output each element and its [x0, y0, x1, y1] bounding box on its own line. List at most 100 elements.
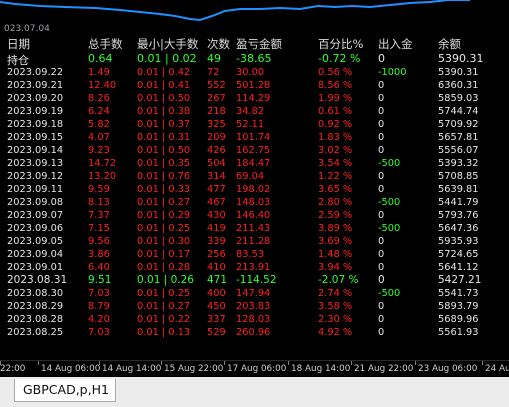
holding-row: 持仓 0.64 0.01 | 0.02 49 -38.65 -0.72 % 0 …: [0, 52, 509, 67]
cell-range: 0.01 | 0.33: [137, 184, 191, 196]
equity-line: [0, 0, 470, 22]
cell-pct: 3.02 %: [318, 145, 353, 157]
cell-date: 2023.08.29: [7, 301, 64, 313]
cell-lots: 9.59: [88, 184, 110, 196]
cell-pct: 2.59 %: [318, 210, 353, 222]
table-header-row: 日期 总手数 最小|大手数 次数 盈亏金额 百分比% 出入金 余额: [0, 36, 509, 52]
header-count: 次数: [207, 37, 230, 51]
cell-date: 2023.09.13: [7, 158, 64, 170]
cell-pct: 3.94 %: [318, 262, 353, 274]
cell-date: 2023.08.28: [7, 314, 64, 326]
table-row: 2023.09.21 12.40 0.01 | 0.41 552 501.28 8.56 …: [0, 79, 509, 92]
cell-date: 2023.09.22: [7, 67, 64, 78]
cell-count: 430: [207, 210, 226, 222]
cell-pct: 3.69 %: [318, 236, 353, 248]
cell-balance: 5647.36: [438, 223, 479, 235]
table-row: 2023.09.14 9.23 0.01 | 0.50 426 162.75 3.02 %…: [0, 144, 509, 157]
cell-balance: 5724.65: [438, 249, 479, 261]
cell-balance: 5641.12: [438, 262, 479, 274]
cell-pct: 1.48 %: [318, 249, 353, 261]
cell-lots: 1.49: [88, 67, 110, 78]
cell-range: 0.01 | 0.29: [137, 210, 191, 222]
table-row: 2023.09.13 14.72 0.01 | 0.35 504 184.47 3.54 …: [0, 157, 509, 170]
cell-lots: 7.15: [88, 223, 110, 235]
cell-pct: 1.83 %: [318, 132, 353, 144]
table-row: 2023.08.25 7.03 0.01 | 0.13 529 260.96 4.92 %…: [0, 326, 509, 339]
cell-flow: 0: [378, 327, 385, 339]
cell-balance: 5893.79: [438, 301, 479, 313]
cell-date: 2023.09.06: [7, 223, 64, 235]
time-label: 15 Aug 22:00: [164, 364, 224, 374]
cell-flow: 0: [378, 274, 385, 287]
header-min-max-lots: 最小|大手数: [137, 37, 199, 51]
daily-stats-list: 2023.09.22 1.49 0.01 | 0.42 72 30.00 0.56 % -1…: [0, 66, 509, 339]
cell-date: 2023.08.30: [7, 288, 64, 300]
cell-pnl: 184.47: [236, 158, 271, 170]
cell-balance: 5709.92: [438, 119, 479, 131]
cell-lots: 7.03: [88, 288, 110, 300]
time-tick: [38, 361, 39, 365]
cell-count: 314: [207, 171, 226, 183]
table-row: 2023.09.04 3.86 0.01 | 0.17 256 83.53 1.48 % 0…: [0, 248, 509, 261]
cell-count: 471: [207, 274, 228, 287]
cell-range: 0.01 | 0.50: [137, 93, 191, 105]
cell-date: 2023.09.07: [7, 210, 64, 222]
cell-lots: 3.86: [88, 249, 110, 261]
cell-flow: 0: [378, 145, 385, 157]
time-tick: [99, 361, 100, 365]
cell-pnl: 128.03: [236, 314, 271, 326]
cell-balance: 6360.31: [438, 80, 479, 92]
cell-pct: 2.80 %: [318, 197, 353, 209]
cell-lots: 9.56: [88, 236, 110, 248]
cell-pnl: 34.82: [236, 106, 265, 118]
cell-flow: -500: [378, 288, 401, 300]
cell-lots: 8.79: [88, 301, 110, 313]
cell-flow: -500: [378, 158, 401, 170]
cell-flow: -1000: [378, 67, 407, 78]
cell-count: 339: [207, 236, 226, 248]
table-row: 2023.08.30 7.03 0.01 | 0.25 400 147.94 2.74 %…: [0, 287, 509, 300]
cell-pct: 2.74 %: [318, 288, 353, 300]
chart-area[interactable]: 023.07.04 日期 总手数 最小|大手数 次数 盈亏金额 百分比% 出入金…: [0, 0, 509, 360]
cell-balance: 5708.85: [438, 171, 479, 183]
header-pnl: 盈亏金额: [236, 37, 282, 51]
cell-count: 467: [207, 197, 226, 209]
cell-range: 0.01 | 0.13: [137, 327, 191, 339]
cell-balance: 5689.96: [438, 314, 479, 326]
table-row: 2023.09.18 5.82 0.01 | 0.37 325 52.11 0.92 % 0…: [0, 118, 509, 131]
cell-pnl: 211.43: [236, 223, 271, 235]
cell-lots: 4.07: [88, 132, 110, 144]
cell-balance: 5561.93: [438, 327, 479, 339]
time-label: 24 Aug: [485, 364, 509, 374]
cell-count: 504: [207, 158, 226, 170]
cell-date: 2023.09.15: [7, 132, 64, 144]
cell-count: 450: [207, 301, 226, 313]
cell-flow: 0: [378, 249, 385, 261]
header-balance: 余额: [438, 37, 461, 51]
cell-range: 0.01 | 0.25: [137, 288, 191, 300]
cell-range: 0.01 | 0.28: [137, 262, 191, 274]
cell-pnl: 52.11: [236, 119, 265, 131]
cell-pnl: 69.04: [236, 171, 265, 183]
cell-count: 426: [207, 145, 226, 157]
tab-gbpcad-h1[interactable]: GBPCAD,p,H1: [14, 379, 116, 402]
cell-pct: -2.07 %: [318, 274, 359, 287]
cell-balance: 5556.07: [438, 145, 479, 157]
cell-count: 267: [207, 93, 226, 105]
cell-count: 209: [207, 132, 226, 144]
cell-lots: 14.72: [88, 158, 117, 170]
chart-start-date-label: 023.07.04: [4, 24, 50, 34]
cell-lots: 4.20: [88, 314, 110, 326]
cell-balance: 5390.31: [438, 67, 479, 78]
cell-range: 0.01 | 0.38: [137, 106, 191, 118]
table-row: 2023.09.07 7.37 0.01 | 0.29 430 146.40 2.59 %…: [0, 209, 509, 222]
cell-range: 0.01 | 0.42: [137, 67, 191, 78]
cell-balance: 5639.81: [438, 184, 479, 196]
cell-pct: 1.99 %: [318, 93, 353, 105]
cell-count: 256: [207, 249, 226, 261]
header-date: 日期: [7, 37, 30, 51]
cell-range: 0.01 | 0.22: [137, 314, 191, 326]
table-row: 2023.09.20 8.26 0.01 | 0.50 267 114.29 1.99 %…: [0, 92, 509, 105]
time-tick: [224, 361, 225, 365]
time-label: 18 Aug 14:00: [291, 364, 351, 374]
